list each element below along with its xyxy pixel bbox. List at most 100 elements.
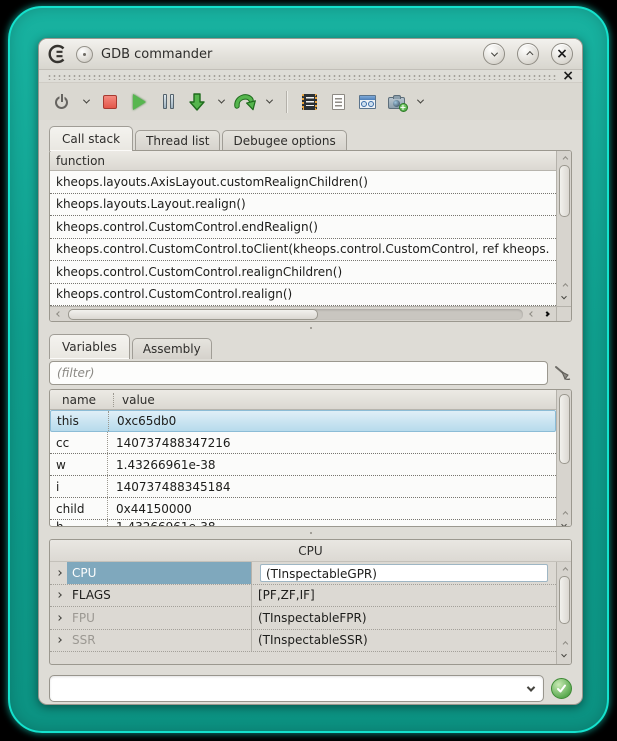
- pause-button[interactable]: [157, 91, 179, 113]
- command-input[interactable]: [50, 676, 519, 701]
- callstack-row[interactable]: kheops.control.CustomControl.endRealign(…: [50, 216, 556, 239]
- clear-filter-broom-icon[interactable]: [554, 364, 572, 382]
- stop-button[interactable]: [99, 91, 121, 113]
- add-watch-dropdown-button[interactable]: [414, 91, 426, 113]
- check-icon: [556, 683, 567, 694]
- cpu-inspector-icon: [302, 94, 317, 110]
- callstack-vertical-scrollbar[interactable]: [556, 151, 571, 306]
- cpu-register-row[interactable]: FPU (TInspectableFPR): [50, 607, 556, 630]
- tab-variables[interactable]: Variables: [49, 334, 130, 359]
- register-group-value: (TInspectableSSR): [252, 633, 556, 647]
- cpu-vertical-scrollbar[interactable]: [556, 562, 571, 664]
- cpu-register-row[interactable]: SSR (TInspectableSSR): [50, 630, 556, 653]
- expand-chevron-icon[interactable]: [50, 616, 67, 620]
- scroll-up-button[interactable]: [558, 564, 570, 576]
- register-group-name: CPU: [67, 562, 252, 584]
- variables-header: name value: [50, 390, 556, 410]
- tab-thread-list[interactable]: Thread list: [135, 130, 220, 151]
- variable-row[interactable]: child 0x44150000: [50, 498, 556, 520]
- scroll-left-button[interactable]: [526, 308, 538, 320]
- tab-assembly[interactable]: Assembly: [132, 338, 212, 359]
- output-log-button[interactable]: [327, 91, 349, 113]
- scrollbar-thumb[interactable]: [559, 165, 570, 217]
- callstack-row[interactable]: kheops.layouts.AxisLayout.customRealignC…: [50, 171, 556, 194]
- register-group-value-editor[interactable]: (TInspectableGPR): [260, 564, 548, 582]
- chevron-left-icon: [529, 311, 535, 317]
- variable-name: w: [50, 454, 108, 475]
- step-over-button[interactable]: [234, 91, 256, 113]
- combobox-dropdown-button[interactable]: [519, 686, 543, 692]
- callstack-row[interactable]: kheops.control.CustomControl.toClient(kh…: [50, 239, 556, 262]
- dock-close-icon[interactable]: ×: [562, 69, 574, 83]
- step-over-dropdown-button[interactable]: [263, 91, 275, 113]
- window-frame-glow: GDB commander × ×: [8, 6, 609, 733]
- scroll-up-button[interactable]: [558, 638, 570, 650]
- restore-button[interactable]: [517, 43, 539, 65]
- scrollbar-thumb[interactable]: [559, 576, 570, 624]
- tab-debugee-options[interactable]: Debugee options: [222, 130, 346, 151]
- close-button[interactable]: ×: [551, 43, 573, 65]
- toolbar-separator: [286, 91, 287, 113]
- variable-row[interactable]: this 0xc65db0: [50, 410, 556, 432]
- dock-handle-strip[interactable]: ×: [39, 70, 582, 83]
- shade-button[interactable]: [483, 43, 505, 65]
- variable-row[interactable]: cc 140737488347216: [50, 432, 556, 454]
- scroll-left-button[interactable]: [53, 308, 65, 320]
- chevron-down-icon: [416, 97, 423, 104]
- cpu-register-row[interactable]: CPU (TInspectableGPR): [50, 562, 556, 585]
- scroll-up-button[interactable]: [558, 280, 570, 292]
- titlebar[interactable]: GDB commander ×: [39, 39, 582, 70]
- chevron-right-icon: [544, 311, 550, 317]
- chevron-down-icon: [490, 49, 497, 56]
- callstack-row[interactable]: kheops.control.CustomControl.realignChil…: [50, 261, 556, 284]
- scrollbar-track[interactable]: [68, 309, 523, 320]
- tab-call-stack[interactable]: Call stack: [49, 126, 133, 151]
- pin-button[interactable]: [76, 46, 93, 63]
- power-dropdown-button[interactable]: [80, 91, 92, 113]
- power-button[interactable]: [51, 91, 73, 113]
- watch-window-button[interactable]: [356, 91, 378, 113]
- scroll-up-button[interactable]: [558, 153, 570, 165]
- run-button[interactable]: [128, 91, 150, 113]
- send-command-button[interactable]: [551, 678, 572, 699]
- variable-row[interactable]: w 1.43266961e-38: [50, 454, 556, 476]
- expand-chevron-icon[interactable]: [50, 638, 67, 642]
- scroll-down-button[interactable]: [558, 520, 570, 527]
- scroll-down-button[interactable]: [558, 650, 570, 662]
- variable-name: i: [50, 476, 108, 497]
- expand-chevron-icon[interactable]: [50, 571, 67, 575]
- variable-name: this: [51, 411, 109, 431]
- callstack-row[interactable]: kheops.control.CustomControl.realign(): [50, 284, 556, 307]
- register-group-name: SSR: [67, 630, 252, 652]
- variable-row[interactable]: i 140737488345184: [50, 476, 556, 498]
- chevron-up-icon: [563, 156, 569, 162]
- callstack-column-header[interactable]: function: [50, 151, 556, 171]
- column-header-value[interactable]: value: [114, 393, 163, 407]
- chevron-up-icon: [526, 50, 533, 57]
- variable-row[interactable]: h 1.43266961e-38: [50, 520, 556, 527]
- filter-input[interactable]: [49, 361, 548, 385]
- scrollbar-thumb[interactable]: [559, 394, 570, 464]
- callstack-row[interactable]: kheops.layouts.Layout.realign(): [50, 194, 556, 217]
- chevron-down-icon: [561, 294, 567, 300]
- add-watch-button[interactable]: +: [385, 91, 407, 113]
- step-into-dropdown-button[interactable]: [215, 91, 227, 113]
- dock-grip-texture[interactable]: [47, 73, 556, 80]
- scroll-down-button[interactable]: [558, 292, 570, 304]
- cpu-inspector-button[interactable]: [298, 91, 320, 113]
- cpu-register-row[interactable]: FLAGS [PF,ZF,IF]: [50, 585, 556, 608]
- variable-name: cc: [50, 432, 108, 453]
- gdb-command-combobox[interactable]: [49, 675, 544, 702]
- callstack-horizontal-scrollbar[interactable]: [50, 306, 556, 321]
- scrollbar-thumb[interactable]: [68, 309, 318, 320]
- variables-vertical-scrollbar[interactable]: [556, 390, 571, 527]
- expand-chevron-icon[interactable]: [50, 593, 67, 597]
- scroll-up-button[interactable]: [558, 508, 570, 520]
- chevron-up-icon: [563, 511, 569, 517]
- column-header-name[interactable]: name: [56, 393, 114, 407]
- inspector-tabbar: Variables Assembly: [39, 328, 582, 358]
- scroll-right-button[interactable]: [541, 308, 553, 320]
- step-into-button[interactable]: [186, 91, 208, 113]
- desktop-background: GDB commander × ×: [0, 0, 617, 741]
- horizontal-splitter[interactable]: [39, 527, 582, 539]
